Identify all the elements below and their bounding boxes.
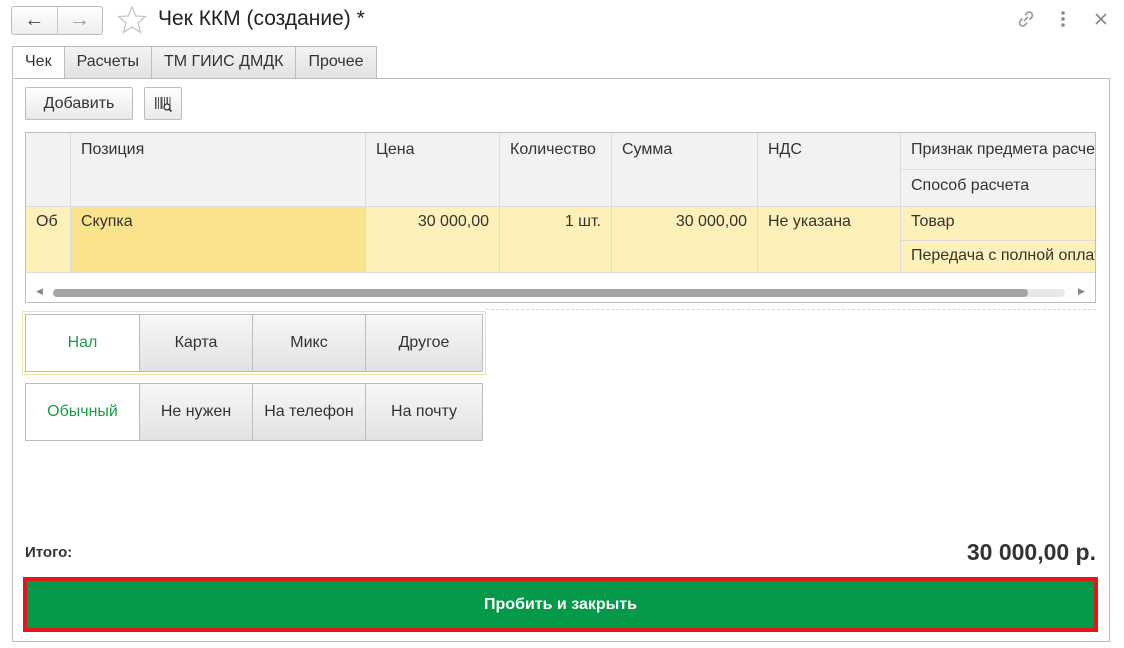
cell-quantity[interactable]: 1 шт.	[500, 213, 611, 231]
forward-button[interactable]: →	[56, 7, 103, 34]
total-label: Итого:	[25, 544, 73, 561]
payment-other-button[interactable]: Другое	[365, 315, 482, 371]
payment-type-group: Нал Карта Микс Другое	[22, 311, 486, 375]
tab-giis-dmdk[interactable]: ТМ ГИИС ДМДК	[151, 46, 297, 79]
horizontal-scrollbar[interactable]	[53, 289, 1065, 297]
items-table: Позиция Цена Количество Сумма НДС Призна…	[25, 132, 1096, 303]
tab-bar: Чек Расчеты ТМ ГИИС ДМДК Прочее	[12, 46, 377, 79]
arrow-left-icon: ←	[24, 9, 45, 31]
back-button[interactable]: ←	[12, 7, 57, 34]
header-sum[interactable]: Сумма	[612, 141, 757, 159]
cell-vat[interactable]: Не указана	[758, 213, 900, 231]
header-subject-sign[interactable]: Признак предмета расчета	[901, 141, 1095, 159]
delivery-none-button[interactable]: Не нужен	[139, 384, 252, 440]
add-button[interactable]: Добавить	[25, 87, 133, 120]
arrow-right-icon: →	[69, 9, 90, 31]
header-vat[interactable]: НДС	[758, 141, 900, 159]
scroll-right-icon[interactable]: ▶	[1078, 286, 1085, 297]
header-quantity[interactable]: Количество	[500, 141, 611, 159]
submit-highlight: Пробить и закрыть	[23, 577, 1098, 632]
cell-subject-sign[interactable]: Товар	[901, 213, 1095, 231]
cell-sum[interactable]: 30 000,00	[612, 213, 757, 231]
window-title: Чек ККМ (создание) *	[158, 7, 365, 30]
barcode-search-icon	[155, 96, 173, 112]
receipt-delivery-group: Обычный Не нужен На телефон На почту	[25, 383, 483, 441]
tab-other[interactable]: Прочее	[296, 46, 377, 79]
header-price[interactable]: Цена	[366, 141, 499, 159]
tab-check[interactable]: Чек	[12, 46, 65, 79]
payment-card-button[interactable]: Карта	[139, 315, 252, 371]
scroll-left-icon[interactable]: ◀	[36, 286, 43, 297]
tab-payments[interactable]: Расчеты	[64, 46, 152, 79]
star-icon[interactable]	[116, 4, 148, 36]
close-icon[interactable]	[1090, 8, 1112, 30]
barcode-search-button[interactable]	[144, 87, 182, 120]
history-nav: ← →	[11, 6, 103, 35]
print-and-close-button[interactable]: Пробить и закрыть	[27, 581, 1094, 628]
link-icon[interactable]	[1015, 8, 1037, 30]
row-mark: Об	[36, 213, 58, 230]
header-payment-method[interactable]: Способ расчета	[901, 177, 1095, 195]
scrollbar-thumb[interactable]	[53, 289, 1028, 297]
delivery-phone-button[interactable]: На телефон	[252, 384, 365, 440]
divider	[486, 309, 1096, 310]
payment-cash-button[interactable]: Нал	[26, 315, 139, 371]
header-position[interactable]: Позиция	[71, 141, 365, 159]
delivery-email-button[interactable]: На почту	[365, 384, 482, 440]
cell-price[interactable]: 30 000,00	[366, 213, 499, 231]
more-vertical-icon[interactable]	[1052, 8, 1074, 30]
cell-position[interactable]: Скупка	[71, 213, 365, 231]
delivery-normal-button[interactable]: Обычный	[26, 384, 139, 440]
cell-payment-method[interactable]: Передача с полной оплатой	[901, 247, 1095, 265]
payment-mix-button[interactable]: Микс	[252, 315, 365, 371]
total-value: 30 000,00 р.	[966, 539, 1096, 565]
